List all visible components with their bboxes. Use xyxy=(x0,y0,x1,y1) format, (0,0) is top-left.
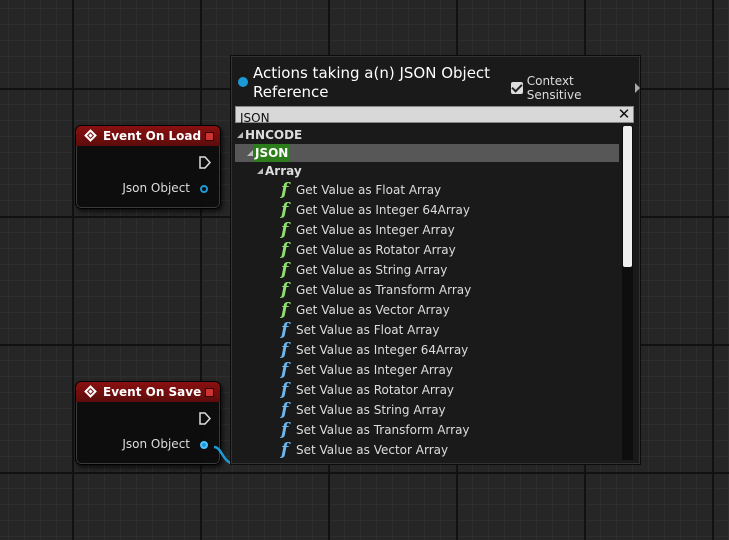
function-icon: f xyxy=(281,320,289,340)
checkbox-checked-icon[interactable] xyxy=(511,82,523,94)
action-item-label: Get Value as Rotator Array xyxy=(296,243,456,257)
node-title: Event On Save xyxy=(103,385,202,399)
function-icon: f xyxy=(281,200,289,220)
action-item[interactable]: f Get Value as Float Array xyxy=(235,180,619,200)
action-item-label: Set Value as Integer 64Array xyxy=(296,343,469,357)
action-item-label: Set Value as Rotator Array xyxy=(296,383,455,397)
exec-output-pin-icon[interactable] xyxy=(199,412,211,425)
expanded-triangle-icon[interactable] xyxy=(237,132,243,138)
json-object-pin-label: Json Object xyxy=(122,437,190,451)
function-icon: f xyxy=(281,340,289,360)
context-sensitive-label: Context Sensitive xyxy=(526,74,582,102)
category-json[interactable]: JSON xyxy=(235,144,619,162)
json-object-output-pin[interactable] xyxy=(200,185,208,193)
action-item[interactable]: f Set Value as Integer 64Array xyxy=(235,340,619,360)
exec-output-pin-icon[interactable] xyxy=(199,156,211,169)
action-tree[interactable]: HNCODE JSON Array f Get Value as Float Ar… xyxy=(235,126,619,460)
json-object-output-pin[interactable] xyxy=(200,441,208,449)
event-on-load-node[interactable]: Event On Load Json Object xyxy=(75,125,221,209)
action-item-label: Get Value as Transform Array xyxy=(296,283,472,297)
action-item[interactable]: f Set Value as Vector Array xyxy=(235,440,619,460)
action-item[interactable]: f Set Value as Float Array xyxy=(235,320,619,340)
action-list: f Get Value as Float Array f Get Value as I… xyxy=(235,180,619,460)
action-item-label: Set Value as Transform Array xyxy=(296,423,470,437)
action-menu-title: Actions taking a(n) JSON Object Referenc… xyxy=(253,64,491,101)
function-icon: f xyxy=(281,420,289,440)
search-box[interactable]: ✕ xyxy=(235,106,634,126)
event-icon xyxy=(84,129,97,142)
action-item-label: Get Value as Integer Array xyxy=(296,223,455,237)
json-object-pin-label: Json Object xyxy=(122,181,190,195)
action-item[interactable]: f Set Value as Transform Array xyxy=(235,420,619,440)
category-label: Array xyxy=(265,164,302,178)
category-label: HNCODE xyxy=(245,128,303,142)
action-item-label: Get Value as Float Array xyxy=(296,183,442,197)
scrollbar-thumb[interactable] xyxy=(623,126,632,267)
function-icon: f xyxy=(281,360,289,380)
function-icon: f xyxy=(281,380,289,400)
delegate-pin-icon[interactable] xyxy=(205,132,214,141)
action-item[interactable]: f Get Value as Vector Array xyxy=(235,300,619,320)
function-icon: f xyxy=(281,240,289,260)
node-title: Event On Load xyxy=(103,129,202,143)
action-item[interactable]: f Get Value as Integer 64Array xyxy=(235,200,619,220)
function-icon: f xyxy=(281,220,289,240)
action-menu: Actions taking a(n) JSON Object Referenc… xyxy=(230,55,641,465)
action-item[interactable]: f Get Value as Transform Array xyxy=(235,280,619,300)
expanded-triangle-icon[interactable] xyxy=(257,168,263,174)
close-icon[interactable]: ✕ xyxy=(617,107,631,122)
action-item[interactable]: f Set Value as Integer Array xyxy=(235,360,619,380)
action-item-label: Get Value as Vector Array xyxy=(296,303,450,317)
function-icon: f xyxy=(281,440,289,460)
action-item-label: Set Value as Vector Array xyxy=(296,443,449,457)
action-item[interactable]: f Get Value as Integer Array xyxy=(235,220,619,240)
object-reference-icon xyxy=(238,77,248,87)
action-item-label: Set Value as String Array xyxy=(296,403,446,417)
action-item[interactable]: f Get Value as Rotator Array xyxy=(235,240,619,260)
search-input[interactable] xyxy=(236,110,614,126)
function-icon: f xyxy=(281,280,289,300)
event-on-save-node[interactable]: Event On Save Json Object xyxy=(75,381,221,465)
function-icon: f xyxy=(281,400,289,420)
function-icon: f xyxy=(281,260,289,280)
node-header[interactable]: Event On Save xyxy=(76,382,220,402)
action-item-label: Get Value as Integer 64Array xyxy=(296,203,470,217)
action-item-label: Set Value as Integer Array xyxy=(296,363,454,377)
action-item-label: Set Value as Float Array xyxy=(296,323,440,337)
scrollbar[interactable] xyxy=(622,126,633,460)
delegate-pin-icon[interactable] xyxy=(205,388,214,397)
category-label: JSON xyxy=(254,144,290,162)
expanded-triangle-icon[interactable] xyxy=(247,150,253,156)
context-sensitive-toggle[interactable]: Context Sensitive xyxy=(511,74,640,102)
action-item[interactable]: f Set Value as String Array xyxy=(235,400,619,420)
category-hncode[interactable]: HNCODE xyxy=(235,126,619,144)
function-icon: f xyxy=(281,180,289,200)
action-item-label: Get Value as String Array xyxy=(296,263,448,277)
function-icon: f xyxy=(281,300,289,320)
action-item[interactable]: f Set Value as Rotator Array xyxy=(235,380,619,400)
action-item[interactable]: f Get Value as String Array xyxy=(235,260,619,280)
expand-arrow-icon[interactable] xyxy=(635,83,640,93)
category-array[interactable]: Array xyxy=(235,162,619,180)
node-header[interactable]: Event On Load xyxy=(76,126,220,146)
event-icon xyxy=(84,385,97,398)
